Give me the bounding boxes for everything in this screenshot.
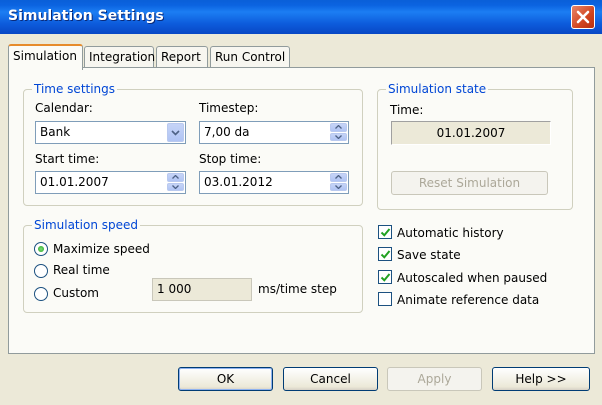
close-button[interactable]	[571, 5, 595, 29]
calendar-select[interactable]: Bank	[35, 121, 186, 144]
stop-time-field[interactable]: 03.01.2012	[199, 171, 349, 194]
spin-up-icon[interactable]	[330, 123, 347, 132]
start-time-field[interactable]: 01.01.2007	[35, 171, 186, 194]
automatic-history-checkbox[interactable]	[378, 225, 392, 239]
maximize-speed-radio[interactable]	[34, 242, 48, 256]
timestep-field[interactable]: 7,00 da	[199, 121, 349, 144]
chevron-down-icon[interactable]	[167, 123, 184, 142]
help-button[interactable]: Help >>	[492, 367, 590, 391]
autoscaled-checkbox[interactable]	[378, 270, 392, 284]
tab-simulation[interactable]: Simulation	[8, 44, 83, 70]
timestep-label: Timestep:	[199, 101, 259, 115]
spin-down-icon[interactable]	[167, 182, 184, 191]
animate-reference-label: Animate reference data	[397, 293, 540, 307]
custom-speed-unit: ms/time step	[258, 282, 337, 296]
tab-integration[interactable]: Integration	[84, 46, 155, 68]
close-icon	[576, 10, 590, 24]
real-time-radio[interactable]	[34, 264, 48, 278]
simulation-speed-label: Simulation speed	[32, 218, 140, 232]
real-time-label: Real time	[53, 263, 110, 277]
checkmark-icon	[380, 250, 391, 259]
custom-speed-field[interactable]: 1 000	[152, 278, 252, 301]
start-time-spinner[interactable]	[167, 173, 184, 192]
custom-radio[interactable]	[34, 287, 48, 301]
autoscaled-label: Autoscaled when paused	[397, 271, 548, 285]
automatic-history-label: Automatic history	[397, 226, 504, 240]
tab-report[interactable]: Report	[156, 46, 208, 68]
time-label: Time:	[390, 103, 424, 117]
spin-down-icon[interactable]	[330, 132, 347, 141]
checkmark-icon	[380, 273, 391, 282]
spin-up-icon[interactable]	[167, 173, 184, 182]
time-settings-label: Time settings	[32, 82, 118, 96]
stop-time-spinner[interactable]	[330, 173, 347, 192]
spin-down-icon[interactable]	[330, 182, 347, 191]
stop-time-label: Stop time:	[199, 152, 262, 166]
cancel-button[interactable]: Cancel	[283, 367, 378, 391]
checkmark-icon	[380, 228, 391, 237]
save-state-checkbox[interactable]	[378, 247, 392, 261]
custom-label: Custom	[53, 286, 99, 300]
timestep-spinner[interactable]	[330, 123, 347, 142]
apply-button[interactable]: Apply	[387, 367, 482, 391]
tab-run-control[interactable]: Run Control	[210, 46, 290, 68]
simulation-state-label: Simulation state	[386, 82, 489, 96]
ok-button[interactable]: OK	[178, 367, 273, 391]
save-state-label: Save state	[397, 248, 461, 262]
spin-up-icon[interactable]	[330, 173, 347, 182]
calendar-label: Calendar:	[35, 101, 93, 115]
tab-panel: Time settings Calendar: Bank Timestep: 7…	[8, 67, 595, 354]
maximize-speed-label: Maximize speed	[53, 242, 150, 256]
current-time-display: 01.01.2007	[391, 121, 551, 145]
animate-reference-checkbox[interactable]	[378, 292, 392, 306]
start-time-label: Start time:	[35, 152, 100, 166]
reset-simulation-button[interactable]: Reset Simulation	[391, 171, 548, 195]
window-title: Simulation Settings	[8, 8, 164, 24]
